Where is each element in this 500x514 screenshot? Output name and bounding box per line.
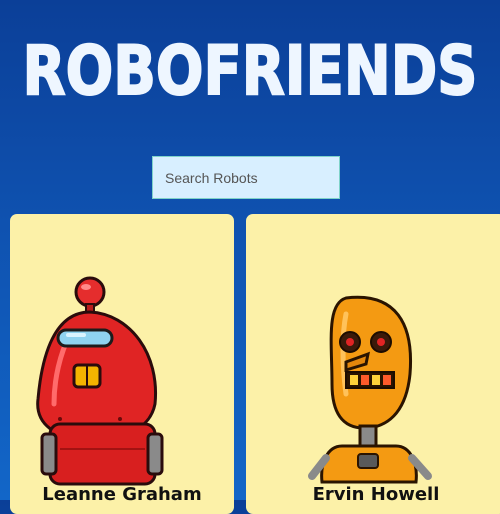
- search-input[interactable]: [152, 156, 340, 199]
- robot-card[interactable]: Leanne Graham: [10, 214, 234, 514]
- robot-name: Ervin Howell: [312, 484, 440, 505]
- app-title-text: ROBOFRIENDS: [23, 32, 478, 104]
- robot-name: Leanne Graham: [42, 484, 202, 505]
- robot-card[interactable]: Ervin Howell: [246, 214, 500, 514]
- orange-robot-avatar: [308, 295, 432, 484]
- red-robot-avatar: [36, 276, 164, 486]
- app-title: ROBOFRIENDS: [22, 31, 479, 104]
